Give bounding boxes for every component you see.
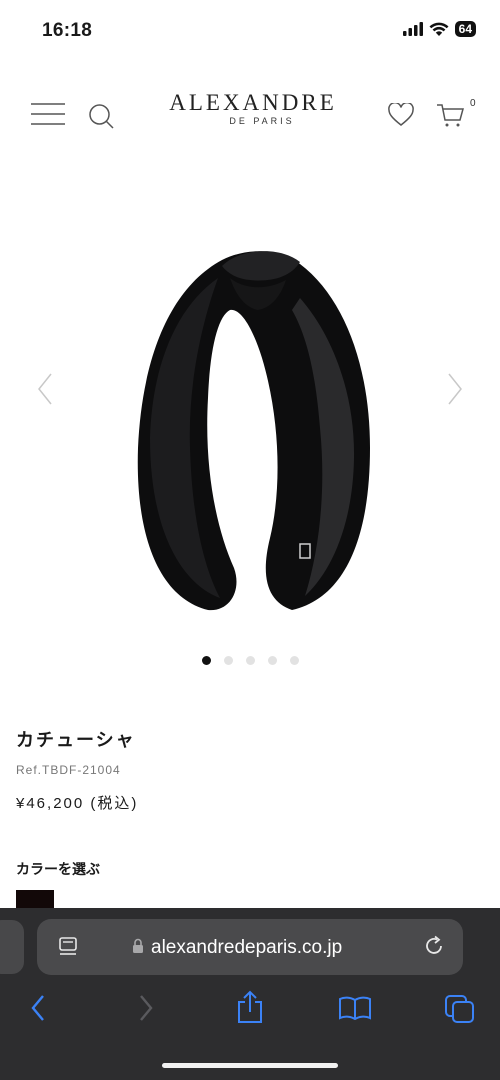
home-indicator: [162, 1063, 338, 1068]
product-title: カチューシャ: [16, 730, 136, 750]
forward-icon[interactable]: [138, 994, 154, 1022]
product-gallery[interactable]: [0, 200, 500, 640]
bookmarks-icon[interactable]: [338, 996, 372, 1020]
page-menu-icon[interactable]: [59, 937, 79, 957]
search-icon[interactable]: [88, 103, 116, 131]
pagination-dot[interactable]: [201, 656, 211, 665]
logo-subtitle: DE PARIS: [229, 116, 295, 126]
cellular-signal-icon: [402, 22, 423, 36]
pagination-dot[interactable]: [245, 656, 255, 665]
previous-tab-preview[interactable]: [0, 920, 24, 974]
battery-icon: 64: [454, 21, 476, 37]
wifi-icon: [429, 22, 449, 36]
logo-wordmark: ALEXANDRE: [169, 90, 337, 115]
product-price: ¥46,200 (税込): [16, 795, 139, 812]
lock-icon: [133, 938, 143, 953]
cart-icon[interactable]: [436, 102, 466, 128]
tabs-icon[interactable]: [444, 994, 476, 1024]
color-swatch-black[interactable]: [16, 890, 54, 910]
browser-toolbar: alexandredeparis.co.jp: [0, 908, 500, 1080]
color-select-label: カラーを選ぶ: [16, 861, 100, 877]
status-bar: 16:18 64: [0, 0, 500, 60]
pagination-dot[interactable]: [223, 656, 233, 665]
back-icon[interactable]: [30, 994, 46, 1022]
product-ref: Ref.TBDF-21004: [16, 763, 121, 777]
cart-count-badge: 0: [470, 98, 476, 109]
product-image: [137, 251, 370, 611]
share-icon[interactable]: [236, 990, 264, 1024]
menu-icon[interactable]: [31, 103, 65, 125]
heart-icon[interactable]: [388, 103, 414, 127]
status-time: 16:18: [42, 20, 93, 41]
address-url[interactable]: alexandredeparis.co.jp: [151, 937, 342, 959]
pagination-dot[interactable]: [289, 656, 299, 665]
reload-icon[interactable]: [423, 935, 445, 957]
gallery-prev-arrow-icon[interactable]: [36, 372, 54, 406]
gallery-next-arrow-icon[interactable]: [446, 372, 464, 406]
pagination-dot[interactable]: [267, 656, 277, 665]
brand-logo[interactable]: ALEXANDRE DE PARIS: [169, 90, 334, 126]
gallery-pagination[interactable]: [0, 656, 500, 665]
status-icons: 64: [402, 21, 476, 37]
site-header: ALEXANDRE DE PARIS 0: [0, 80, 500, 150]
